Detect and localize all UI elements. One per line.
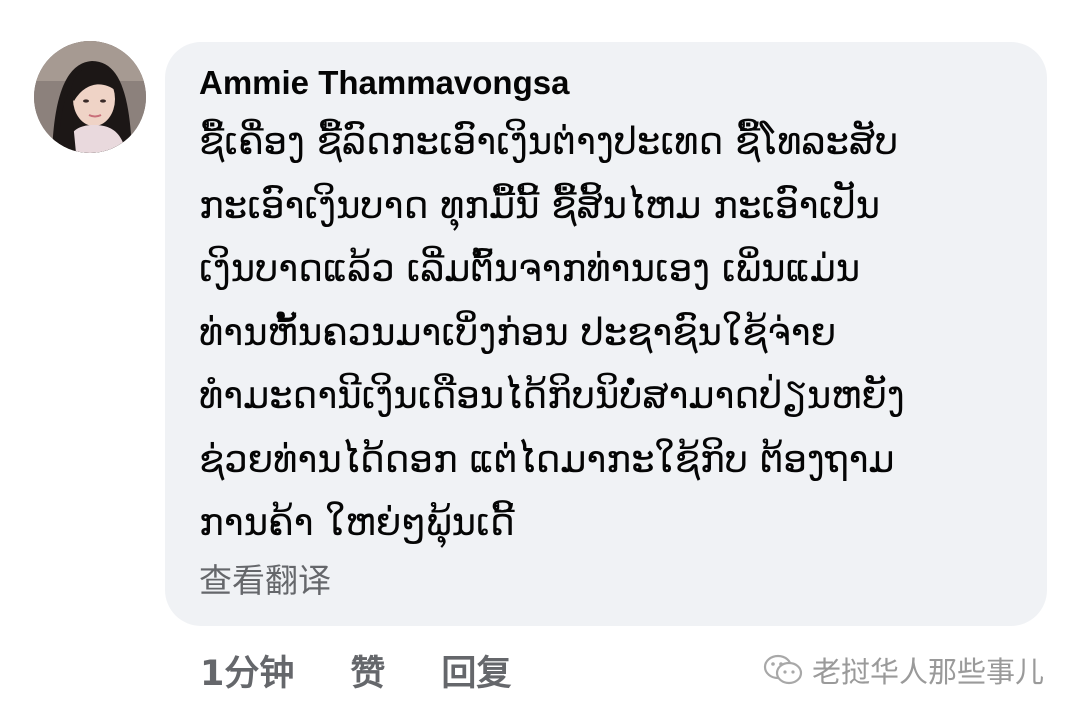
comment-bubble: Ammie Thammavongsa ຊື້ເຄື່ອງ ຊື້ລົດກະເອົ… [165,42,1047,626]
comment-text-line: ທ່ານຫັ້ນຄວນມາເບິ່ງກ່ອນ ປະຊາຊົນໃຊ້ຈ່າຍ [199,310,837,354]
comment-text-line: ທຳມະດານີເງິນເດືອນໄດ້ກິບນິບໍ່ສາມາດປ່ຽນຫຍັ… [199,374,905,417]
comment-timestamp: 1分钟 [200,653,295,694]
comment-thread: Ammie Thammavongsa ຊື້ເຄື່ອງ ຊື້ລົດກະເອົ… [0,0,1080,723]
reply-button[interactable]: 回复 [441,645,511,696]
watermark: 老挝华人那些事儿 [762,648,1044,692]
comment-text-line: ເງິນບາດແລ້ວ ເລີ່ມຕົ້ນຈາກທ່ານເອງ ເພິ່ນແມ່… [199,247,861,290]
comment-text-line: ກະເອົາເງິນບາດ ທຸກມື້ນີ້ ຊື້ສິ້ນໄຫມ ກະເອົ… [199,183,880,227]
comment-actions: 1分钟 赞 回复 [200,642,511,698]
see-translation-link[interactable]: 查看翻译 [199,559,1017,603]
avatar[interactable] [34,41,146,153]
wechat-official-account-icon [763,654,803,685]
comment-author[interactable]: Ammie Thammavongsa [199,62,1017,104]
comment-text: ຊື້ເຄື່ອງ ຊື້ລົດກະເອົາເງິນຕ່າງປະເທດ ຊື້ໂ… [199,110,1017,555]
comment-text-line: ການຄ້າ ໃຫຍ່ໆພຸ້ນເດີ້ [199,501,515,544]
profile-photo-icon [34,41,146,153]
comment-text-line: ຊື້ເຄື່ອງ ຊື້ລົດກະເອົາເງິນຕ່າງປະເທດ ຊື້ໂ… [199,120,899,163]
watermark-text: 老挝华人那些事儿 [811,655,1044,689]
like-button[interactable]: 赞 [350,645,385,696]
comment-text-line: ຊ່ວຍທ່ານໄດ້ດອກ ແຕ່ໄດມາກະໃຊ້ກິບ ຕ້ອງຖາມ [199,437,895,481]
